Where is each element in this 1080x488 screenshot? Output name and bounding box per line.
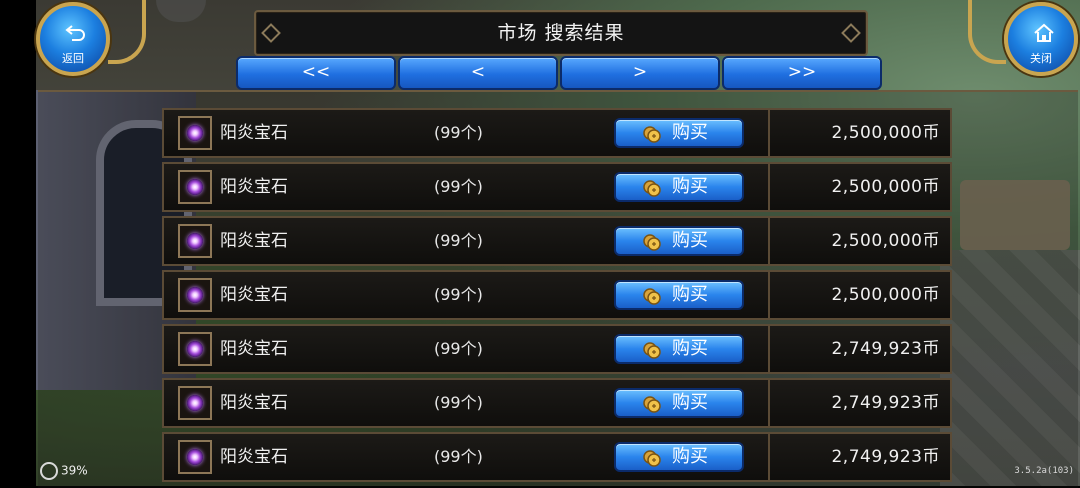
buy-label: 购买 bbox=[672, 176, 708, 197]
buy-button[interactable]: 购买 bbox=[614, 118, 744, 148]
item-quantity: (99个) bbox=[434, 123, 483, 142]
item-name: 阳炎宝石 bbox=[220, 231, 288, 251]
item-quantity: (99个) bbox=[434, 339, 483, 358]
purple-gem-icon bbox=[187, 395, 203, 411]
item-icon-frame[interactable] bbox=[178, 386, 212, 420]
item-quantity: (99个) bbox=[434, 177, 483, 196]
gold-coin-icon bbox=[643, 450, 661, 467]
item-price: 2,500,000币 bbox=[831, 231, 940, 251]
column-divider bbox=[768, 326, 770, 372]
purple-gem-icon bbox=[187, 125, 203, 141]
buy-label: 购买 bbox=[672, 446, 708, 467]
buy-button[interactable]: 购买 bbox=[614, 226, 744, 256]
next-page-button[interactable]: > bbox=[560, 56, 720, 90]
buy-label: 购买 bbox=[672, 122, 708, 143]
last-page-button[interactable]: >> bbox=[722, 56, 882, 90]
item-name: 阳炎宝石 bbox=[220, 177, 288, 197]
gold-coin-icon bbox=[643, 126, 661, 143]
listing-row[interactable]: 阳炎宝石 (99个) 购买 2,500,000币 bbox=[162, 108, 952, 158]
column-divider bbox=[768, 272, 770, 318]
item-icon-frame[interactable] bbox=[178, 224, 212, 258]
close-button[interactable]: 关闭 bbox=[1004, 2, 1078, 76]
item-price: 2,500,000币 bbox=[831, 285, 940, 305]
title-bar: 市场 搜索结果 bbox=[254, 10, 868, 56]
item-price: 2,749,923币 bbox=[831, 393, 940, 413]
item-name: 阳炎宝石 bbox=[220, 285, 288, 305]
signal-value: 39% bbox=[61, 463, 88, 478]
item-quantity: (99个) bbox=[434, 231, 483, 250]
gold-coin-icon bbox=[643, 396, 661, 413]
back-button[interactable]: 返回 bbox=[36, 2, 110, 76]
item-name: 阳炎宝石 bbox=[220, 339, 288, 359]
listing-row[interactable]: 阳炎宝石 (99个) 购买 2,500,000币 bbox=[162, 270, 952, 320]
item-icon-frame[interactable] bbox=[178, 440, 212, 474]
buy-button[interactable]: 购买 bbox=[614, 334, 744, 364]
item-icon-frame[interactable] bbox=[178, 170, 212, 204]
buy-label: 购买 bbox=[672, 230, 708, 251]
close-label: 关闭 bbox=[1030, 52, 1052, 65]
buy-button[interactable]: 购买 bbox=[614, 442, 744, 472]
buy-button[interactable]: 购买 bbox=[614, 172, 744, 202]
first-page-button[interactable]: << bbox=[236, 56, 396, 90]
buy-label: 购买 bbox=[672, 392, 708, 413]
purple-gem-icon bbox=[187, 287, 203, 303]
purple-gem-icon bbox=[187, 341, 203, 357]
buy-button[interactable]: 购买 bbox=[614, 388, 744, 418]
column-divider bbox=[768, 434, 770, 480]
item-price: 2,500,000币 bbox=[831, 177, 940, 197]
column-divider bbox=[768, 164, 770, 210]
item-icon-frame[interactable] bbox=[178, 332, 212, 366]
gold-coin-icon bbox=[643, 180, 661, 197]
item-icon-frame[interactable] bbox=[178, 116, 212, 150]
gold-coin-icon bbox=[643, 288, 661, 305]
item-price: 2,749,923币 bbox=[831, 339, 940, 359]
buy-label: 购买 bbox=[672, 284, 708, 305]
item-quantity: (99个) bbox=[434, 393, 483, 412]
item-price: 2,500,000币 bbox=[831, 123, 940, 143]
item-name: 阳炎宝石 bbox=[220, 447, 288, 467]
item-name: 阳炎宝石 bbox=[220, 123, 288, 143]
version-label: 3.5.2a(103) bbox=[1014, 466, 1074, 476]
column-divider bbox=[768, 110, 770, 156]
gold-coin-icon bbox=[643, 342, 661, 359]
purple-gem-icon bbox=[187, 233, 203, 249]
buy-label: 购买 bbox=[672, 338, 708, 359]
signal-icon bbox=[40, 462, 58, 480]
listing-row[interactable]: 阳炎宝石 (99个) 购买 2,749,923币 bbox=[162, 324, 952, 374]
item-icon-frame[interactable] bbox=[178, 278, 212, 312]
home-icon bbox=[1034, 23, 1054, 42]
column-divider bbox=[768, 380, 770, 426]
listing-row[interactable]: 阳炎宝石 (99个) 购买 2,500,000币 bbox=[162, 162, 952, 212]
listing-row[interactable]: 阳炎宝石 (99个) 购买 2,500,000币 bbox=[162, 216, 952, 266]
buy-button[interactable]: 购买 bbox=[614, 280, 744, 310]
back-label: 返回 bbox=[62, 52, 84, 65]
item-quantity: (99个) bbox=[434, 447, 483, 466]
back-arrow-icon bbox=[65, 25, 85, 41]
listing-row[interactable]: 阳炎宝石 (99个) 购买 2,749,923币 bbox=[162, 432, 952, 482]
gold-coin-icon bbox=[643, 234, 661, 251]
purple-gem-icon bbox=[187, 179, 203, 195]
item-quantity: (99个) bbox=[434, 285, 483, 304]
signal-status: 39% bbox=[40, 462, 88, 480]
item-name: 阳炎宝石 bbox=[220, 393, 288, 413]
prev-page-button[interactable]: < bbox=[398, 56, 558, 90]
item-price: 2,749,923币 bbox=[831, 447, 940, 467]
page-title: 市场 搜索结果 bbox=[497, 22, 625, 44]
listing-row[interactable]: 阳炎宝石 (99个) 购买 2,749,923币 bbox=[162, 378, 952, 428]
column-divider bbox=[768, 218, 770, 264]
purple-gem-icon bbox=[187, 449, 203, 465]
